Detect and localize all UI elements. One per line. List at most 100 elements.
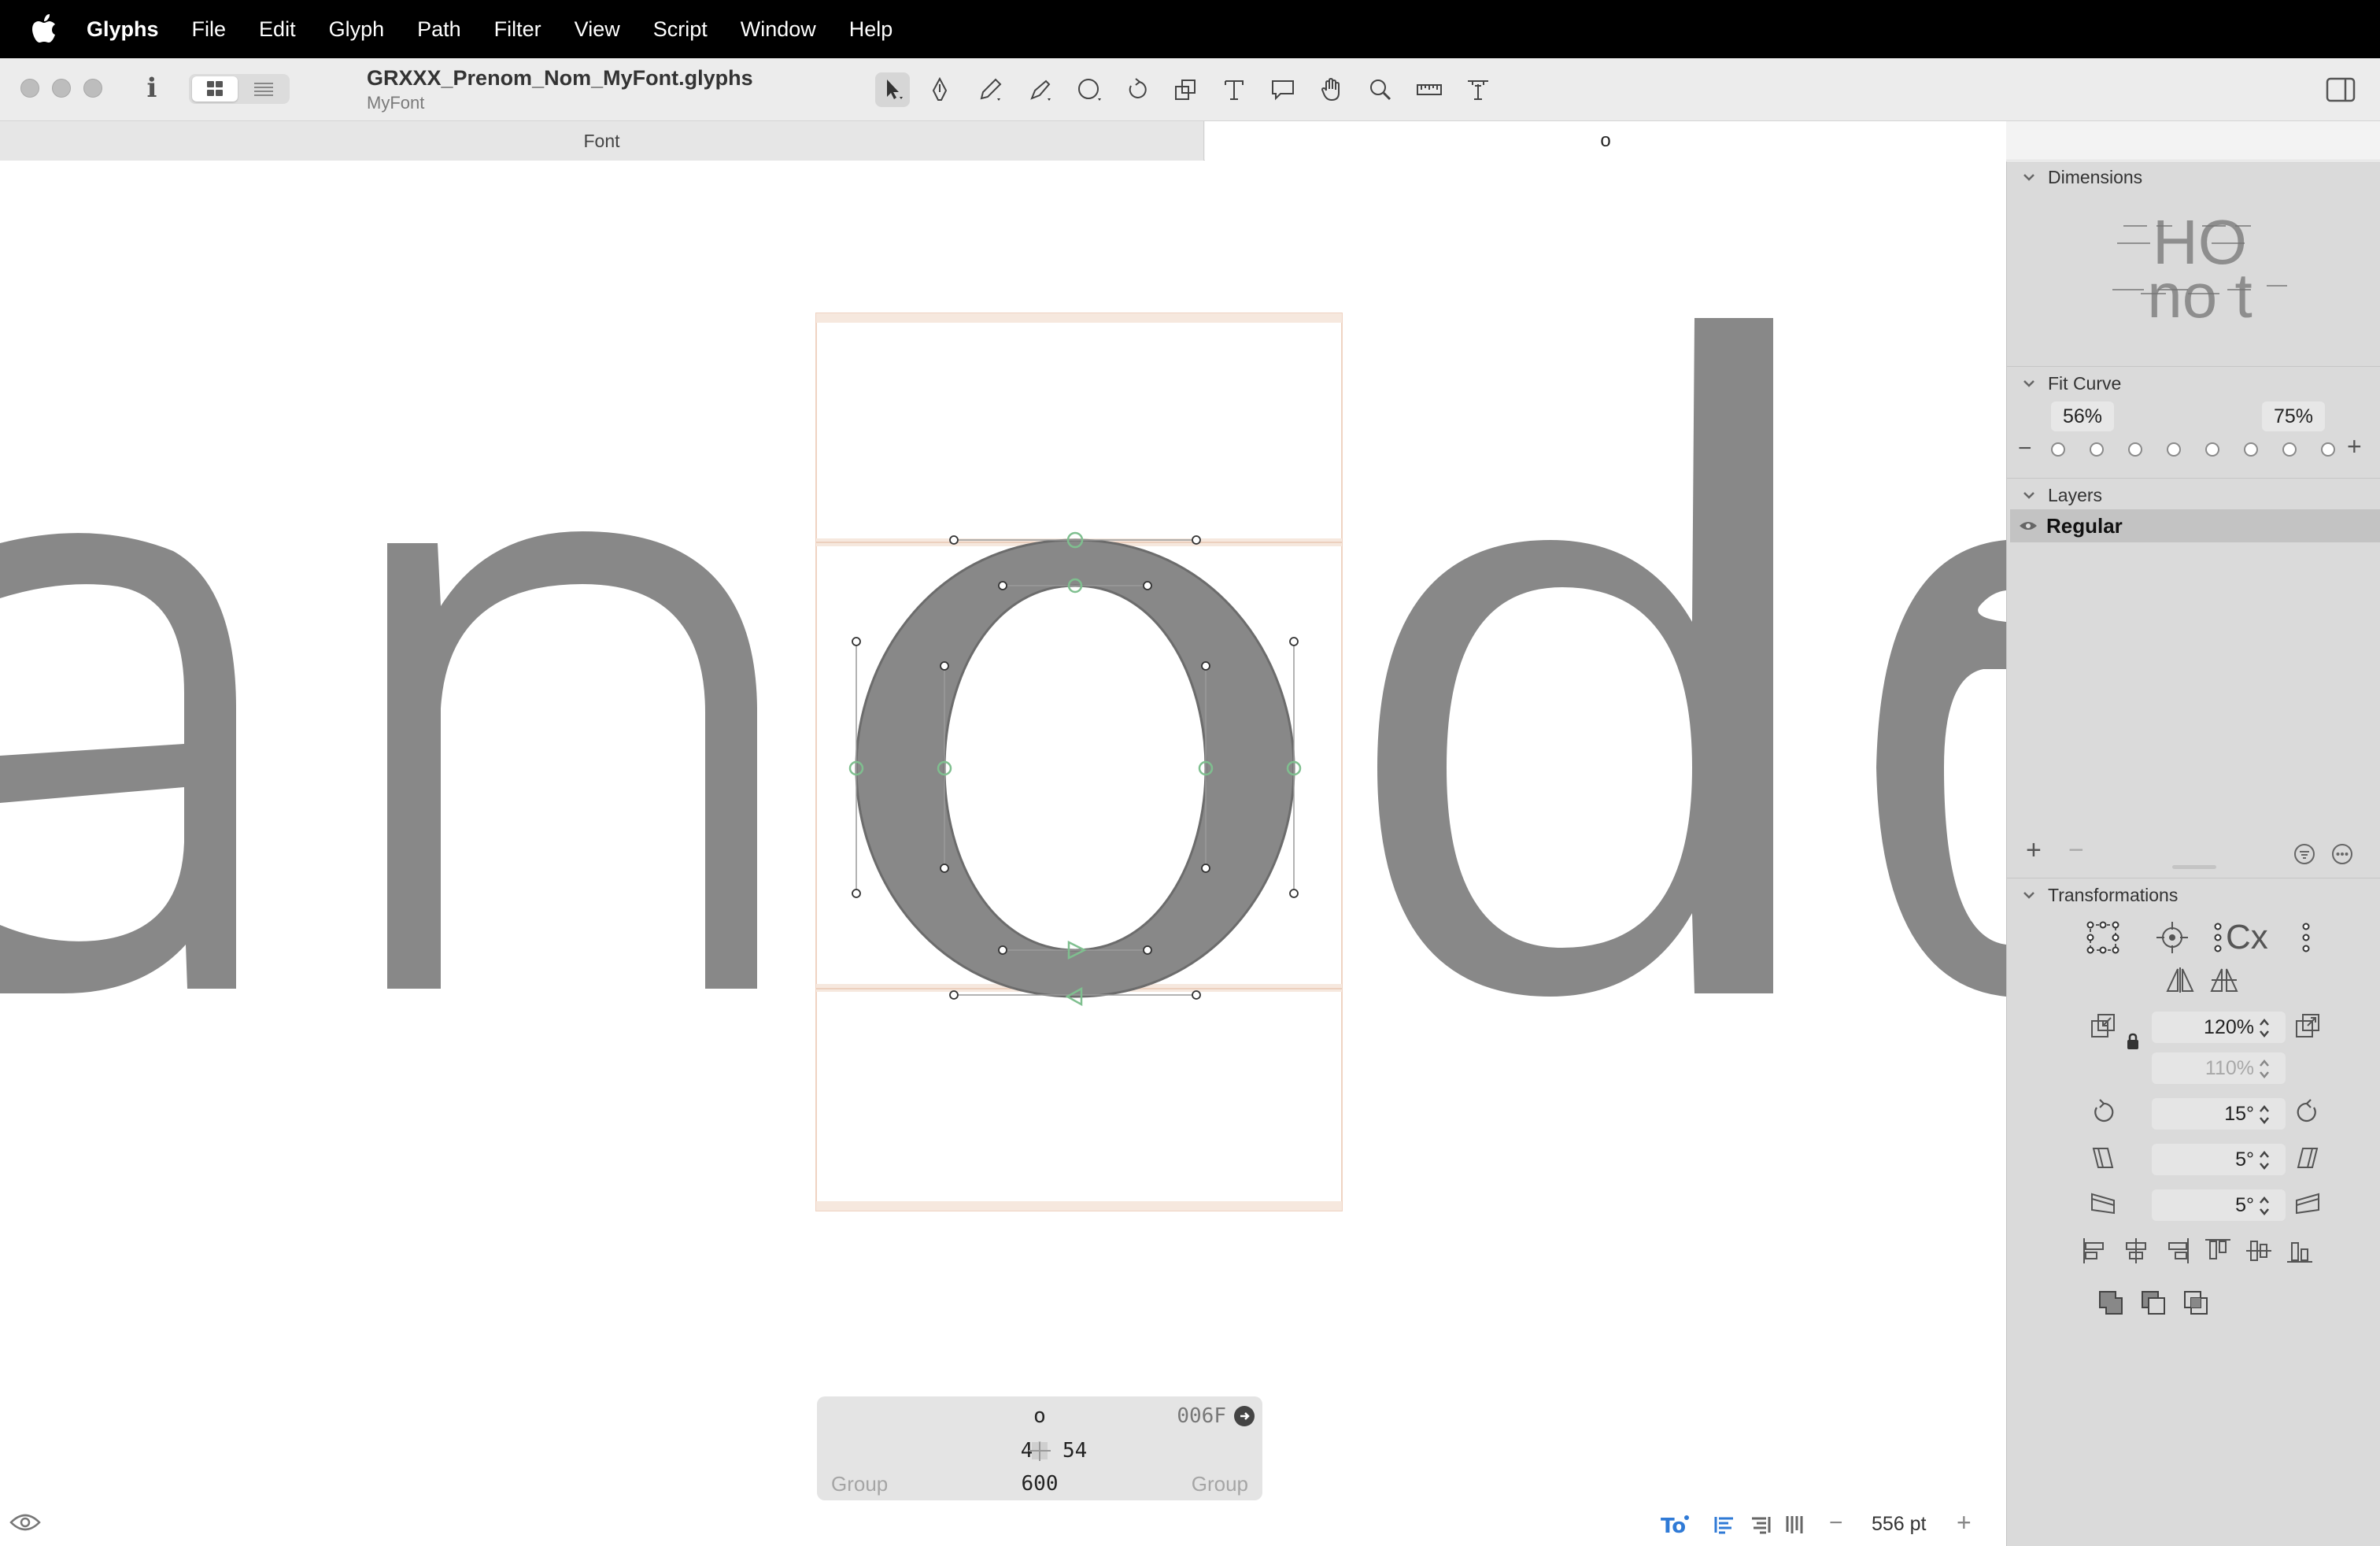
pencil-tool-button[interactable]: [973, 72, 1007, 107]
slant-right-button[interactable]: [2292, 1142, 2323, 1174]
transformations-section-header[interactable]: Transformations: [2007, 879, 2380, 911]
tab-glyph-edit[interactable]: o: [1205, 121, 2006, 161]
fit-curve-min-field[interactable]: 56%: [2051, 401, 2114, 431]
sidebar-toggle-button[interactable]: [2325, 76, 2356, 104]
lock-icon[interactable]: [2125, 1032, 2141, 1051]
scale-stepper-icon[interactable]: [2257, 1016, 2271, 1040]
menu-script[interactable]: Script: [653, 17, 708, 42]
text-tool-button[interactable]: [1217, 72, 1251, 107]
tab-font[interactable]: Font: [0, 121, 1204, 161]
menu-help[interactable]: Help: [849, 17, 893, 42]
dimensions-section-header[interactable]: Dimensions: [2007, 161, 2380, 193]
left-kerning-group-field[interactable]: Group: [831, 1472, 888, 1496]
font-info-button[interactable]: i: [140, 72, 164, 104]
slant-horizontal-stepper-icon[interactable]: [2257, 1148, 2271, 1172]
glyph-o[interactable]: [855, 538, 1295, 998]
slant-up-button[interactable]: [2292, 1188, 2323, 1219]
menu-window[interactable]: Window: [741, 17, 816, 42]
transform-origin-selector[interactable]: [2084, 919, 2122, 956]
union-button[interactable]: [2095, 1287, 2127, 1319]
draw-tool-button[interactable]: [922, 72, 957, 107]
remove-layer-button[interactable]: −: [2068, 835, 2084, 866]
scale-tool-button[interactable]: [1168, 72, 1203, 107]
edit-canvas[interactable]: o 006F 46 54 600 Group Group: [0, 161, 2006, 1546]
brush-tool-button[interactable]: [1023, 72, 1058, 107]
list-view-button[interactable]: [241, 76, 286, 102]
layers-section-header[interactable]: Layers: [2007, 479, 2380, 511]
go-to-glyph-button[interactable]: [1234, 1406, 1255, 1426]
transform-origin-glyph[interactable]: Cx: [2212, 918, 2312, 956]
slant-down-button[interactable]: [2087, 1188, 2119, 1219]
menu-view[interactable]: View: [575, 17, 620, 42]
subtract-button[interactable]: [2138, 1287, 2169, 1319]
vertical-text-icon[interactable]: [1783, 1513, 1807, 1537]
slant-left-button[interactable]: [2087, 1142, 2119, 1174]
dimensions-diagram[interactable]: HO no t: [2109, 207, 2290, 331]
text-tool-options-icon[interactable]: To: [1659, 1510, 1691, 1538]
align-right-edges-button[interactable]: [2161, 1235, 2193, 1267]
layer-options-button[interactable]: [2331, 843, 2353, 865]
select-tool-button[interactable]: [875, 72, 910, 107]
add-layer-button[interactable]: +: [2026, 835, 2042, 866]
scale-down-button[interactable]: [2087, 1010, 2119, 1041]
measure-tool-button[interactable]: [1412, 72, 1447, 107]
layers-resize-handle[interactable]: [2172, 865, 2216, 869]
fit-curve-section-header[interactable]: Fit Curve: [2007, 368, 2380, 399]
close-window-button[interactable]: [20, 79, 39, 98]
menu-file[interactable]: File: [192, 17, 227, 42]
fit-curve-decrease-button[interactable]: −: [2018, 435, 2032, 462]
annotation-tool-button[interactable]: [1266, 72, 1300, 107]
rotate-ccw-button[interactable]: [2087, 1097, 2119, 1128]
intersect-button[interactable]: [2180, 1287, 2212, 1319]
zoom-in-button[interactable]: +: [1957, 1508, 1972, 1537]
align-left-edges-button[interactable]: [2079, 1235, 2111, 1267]
preview-eye-icon[interactable]: [9, 1511, 41, 1533]
align-right-icon[interactable]: [1749, 1513, 1772, 1537]
minimize-window-button[interactable]: [52, 79, 71, 98]
align-top-edges-button[interactable]: [2202, 1235, 2234, 1267]
fit-curve-dot[interactable]: [2282, 442, 2297, 457]
primitives-tool-button[interactable]: [1072, 72, 1107, 107]
unicode-field[interactable]: 006F: [1177, 1404, 1226, 1428]
slant-vertical-stepper-icon[interactable]: [2257, 1194, 2271, 1218]
right-kerning-group-field[interactable]: Group: [1192, 1472, 1248, 1496]
grid-view-button[interactable]: [192, 76, 238, 102]
layer-row-regular[interactable]: Regular: [2010, 509, 2380, 542]
zoom-out-button[interactable]: −: [1829, 1510, 1843, 1537]
rotate-stepper-icon[interactable]: [2257, 1103, 2271, 1126]
metrics-link-icon[interactable]: [1026, 1437, 1054, 1466]
fit-curve-dot[interactable]: [2051, 442, 2065, 457]
rotate-cw-button[interactable]: [2292, 1097, 2323, 1128]
fit-curve-dot[interactable]: [2205, 442, 2219, 457]
layer-filter-button[interactable]: [2293, 843, 2315, 865]
metrics-tool-button[interactable]: [1461, 72, 1495, 107]
zoom-level-field[interactable]: 556 pt: [1872, 1513, 1927, 1536]
fit-curve-increase-button[interactable]: +: [2347, 432, 2362, 461]
fit-curve-dot[interactable]: [2244, 442, 2258, 457]
rotate-tool-button[interactable]: [1119, 72, 1154, 107]
flip-vertical-button[interactable]: [2208, 964, 2240, 996]
fit-curve-dot[interactable]: [2167, 442, 2181, 457]
menu-path[interactable]: Path: [417, 17, 461, 42]
align-vertical-centers-button[interactable]: [2243, 1235, 2275, 1267]
zoom-tool-button[interactable]: [1363, 72, 1398, 107]
fit-curve-max-field[interactable]: 75%: [2262, 401, 2325, 431]
transform-origin-center[interactable]: [2153, 919, 2191, 956]
apple-menu-icon[interactable]: [31, 14, 57, 44]
right-sidebearing-field[interactable]: 54: [1062, 1439, 1087, 1463]
fit-curve-dot[interactable]: [2128, 442, 2142, 457]
layer-visibility-icon[interactable]: [2018, 516, 2038, 536]
hand-tool-button[interactable]: [1314, 72, 1349, 107]
align-horizontal-centers-button[interactable]: [2120, 1235, 2152, 1267]
align-bottom-edges-button[interactable]: [2284, 1235, 2315, 1267]
zoom-window-button[interactable]: [83, 79, 102, 98]
menu-app-name[interactable]: Glyphs: [87, 17, 159, 42]
fit-curve-dot[interactable]: [2321, 442, 2335, 457]
menu-glyph[interactable]: Glyph: [329, 17, 385, 42]
scale-up-button[interactable]: [2292, 1010, 2323, 1041]
align-left-icon[interactable]: [1713, 1513, 1736, 1537]
fit-curve-dot[interactable]: [2090, 442, 2104, 457]
menu-edit[interactable]: Edit: [259, 17, 296, 42]
flip-horizontal-button[interactable]: [2164, 964, 2196, 996]
menu-filter[interactable]: Filter: [494, 17, 541, 42]
